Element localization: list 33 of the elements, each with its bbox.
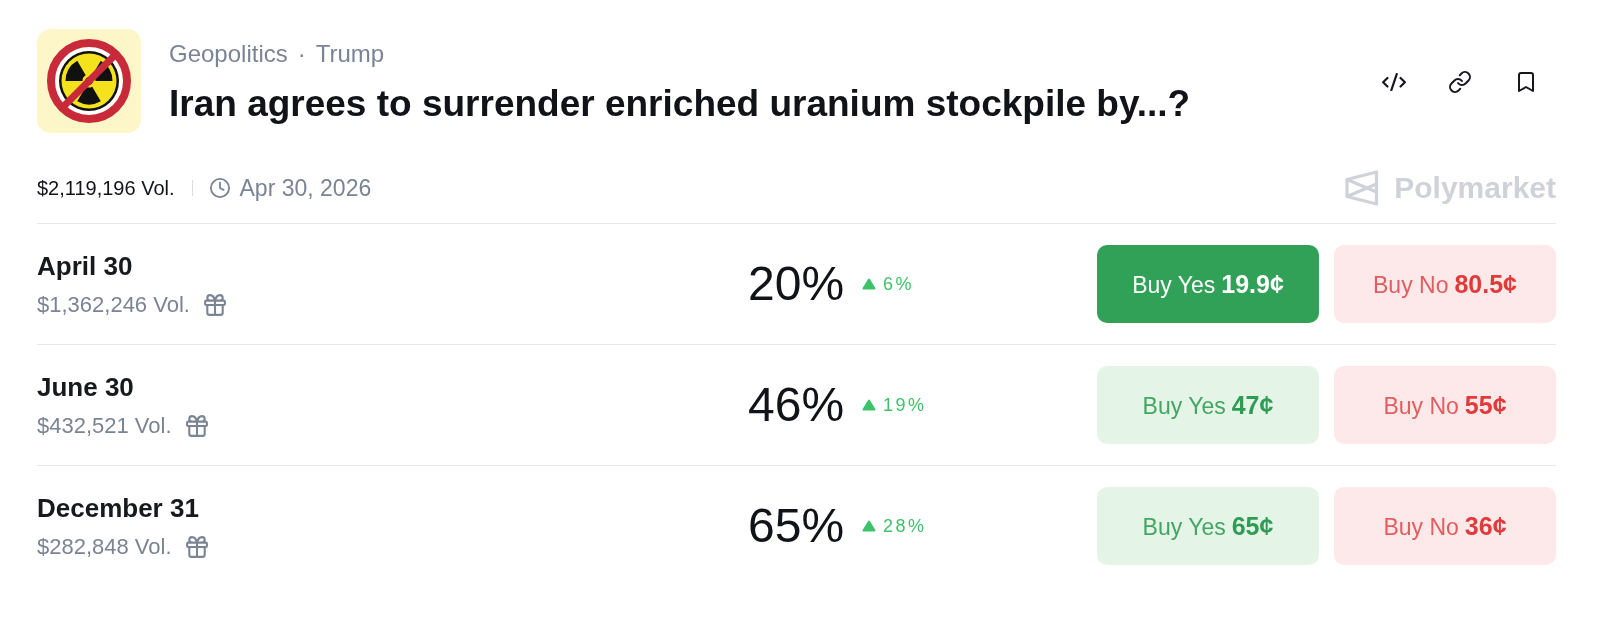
gift-icon [203, 293, 226, 316]
code-icon[interactable] [1382, 72, 1406, 92]
outcome-volume: $432,521 Vol. [37, 412, 172, 439]
total-volume: $2,119,196 Vol. [37, 176, 175, 200]
change-percent: 6% [883, 273, 915, 295]
outcome-volume: $1,362,246 Vol. [37, 291, 190, 318]
outcome-label: April 30 [37, 250, 133, 281]
buy-no-button[interactable]: Buy No 36¢ [1334, 487, 1556, 565]
buy-no-button[interactable]: Buy No 55¢ [1334, 366, 1556, 444]
buy-yes-button[interactable]: Buy Yes 65¢ [1097, 487, 1319, 565]
chance-percent: 20% [748, 256, 845, 312]
gift-icon [185, 535, 208, 558]
bookmark-icon[interactable] [1518, 72, 1534, 92]
buy-yes-button[interactable]: Buy Yes 19.9¢ [1097, 245, 1319, 323]
radiation-prohibited-icon [37, 29, 141, 133]
tag-separator: · [297, 40, 306, 68]
chance-percent: 46% [748, 377, 845, 433]
clock-icon [209, 178, 230, 198]
polymarket-logo-icon [1345, 170, 1380, 206]
change-percent: 28% [883, 515, 927, 537]
outcome-label: June 30 [37, 371, 134, 402]
outcome-volume: $282,848 Vol. [37, 533, 172, 560]
end-date: Apr 30, 2026 [239, 174, 372, 202]
gift-icon [185, 414, 208, 437]
buy-no-button[interactable]: Buy No 80.5¢ [1334, 245, 1556, 323]
category-link[interactable]: Geopolitics [169, 40, 288, 68]
outcome-label: December 31 [37, 492, 199, 523]
market-title: Iran agrees to surrender enriched uranium stockpile by...? [169, 83, 1191, 125]
buy-yes-button[interactable]: Buy Yes 47¢ [1097, 366, 1319, 444]
category-link[interactable]: Trump [315, 40, 385, 68]
change-percent: 19% [883, 394, 927, 416]
link-icon[interactable] [1449, 71, 1471, 93]
chance-percent: 65% [748, 498, 845, 554]
